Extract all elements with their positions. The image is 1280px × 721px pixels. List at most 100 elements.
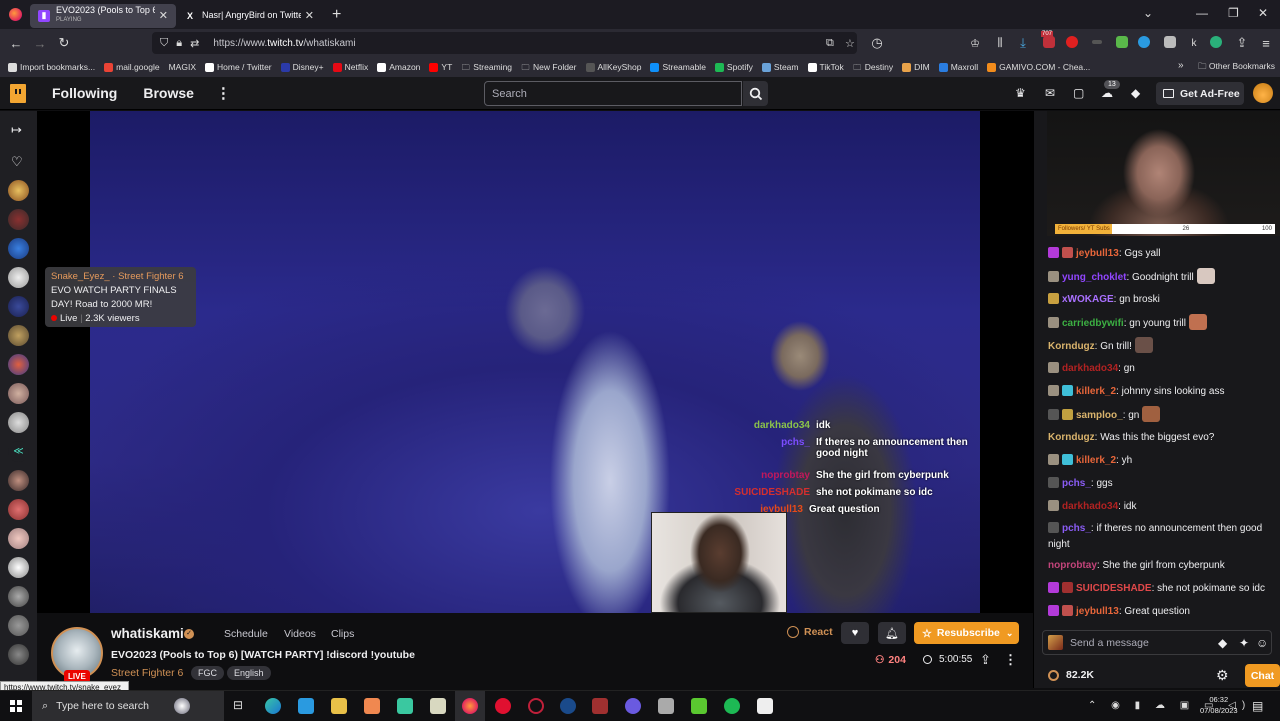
extension-icon[interactable]	[1210, 36, 1222, 48]
windows-start-icon[interactable]	[10, 700, 22, 712]
chat-username[interactable]: Korndugz	[1048, 341, 1095, 352]
bookmark-item[interactable]: Home / Twitter	[205, 62, 272, 72]
close-tab-icon[interactable]: ✕	[159, 9, 168, 22]
chat-badge-icon[interactable]	[1048, 500, 1059, 511]
search-input[interactable]: Search	[484, 81, 742, 106]
reload-button[interactable]: ↻	[52, 35, 76, 51]
opera-gx-icon[interactable]	[528, 698, 544, 714]
downloads-icon[interactable]: ⤓	[1011, 35, 1035, 51]
bookmark-item[interactable]: DIM	[902, 62, 930, 72]
bookmark-item[interactable]: Import bookmarks...	[8, 62, 95, 72]
new-tab-button[interactable]: +	[332, 6, 341, 24]
channel-avatar[interactable]: ≪	[8, 441, 29, 462]
chat-badge-icon[interactable]	[1062, 247, 1073, 258]
extensions-puzzle-icon[interactable]: ⇪	[1230, 35, 1254, 51]
extension-icon[interactable]	[1116, 36, 1128, 48]
task-view-icon[interactable]: ⊟	[233, 698, 243, 712]
list-tabs-chevron-icon[interactable]: ⌄	[1143, 6, 1153, 20]
extension-icon[interactable]	[1164, 36, 1176, 48]
more-options-icon[interactable]: ⋮	[216, 84, 231, 102]
tab-clips[interactable]: Clips	[331, 628, 354, 640]
permissions-icon[interactable]: ⇄	[190, 37, 199, 50]
chat-username[interactable]: xWOKAGE	[1062, 294, 1114, 305]
whispers-icon[interactable]: ▢	[1073, 86, 1084, 100]
expand-sidebar-icon[interactable]: ↦	[11, 122, 22, 138]
tab-videos[interactable]: Videos	[284, 628, 316, 640]
tab-twitter[interactable]: X Nasr| AngryBird on Twitter: "Wh ✕	[176, 4, 322, 28]
spotify-icon[interactable]	[724, 698, 740, 714]
minimize-button[interactable]: —	[1196, 6, 1208, 20]
channel-avatar[interactable]	[8, 470, 29, 491]
chat-badge-icon[interactable]	[1062, 605, 1073, 616]
share-icon[interactable]: ⇪	[980, 652, 991, 668]
app-icon[interactable]	[691, 698, 707, 714]
bookmark-item[interactable]: MAGIX	[169, 62, 196, 72]
channel-avatar[interactable]	[8, 586, 29, 607]
resubscribe-button[interactable]: ☆ Resubscribe ⌄	[914, 622, 1019, 644]
bookmark-item[interactable]: Amazon	[377, 62, 420, 72]
chat-username[interactable]: noprobtay	[1048, 560, 1097, 571]
forward-button[interactable]: →	[28, 36, 52, 51]
game-link[interactable]: Street Fighter 6	[111, 667, 183, 679]
channel-avatar[interactable]	[8, 412, 29, 433]
taskbar-clock[interactable]: 06:32 07/08/2023	[1200, 694, 1238, 716]
account-icon[interactable]: ♔	[963, 37, 987, 50]
search-button[interactable]	[743, 81, 768, 106]
follow-heart-button[interactable]: ♥	[841, 622, 869, 644]
prime-crown-icon[interactable]: ♛	[1015, 86, 1026, 100]
obs-record-icon[interactable]	[757, 698, 773, 714]
inbox-icon[interactable]: ✉	[1045, 86, 1055, 100]
more-bookmarks-chevron-icon[interactable]: »	[1178, 60, 1184, 71]
chat-badge-icon[interactable]	[1048, 271, 1059, 282]
bookmark-item[interactable]: YT	[429, 62, 452, 72]
chat-badge-icon[interactable]	[1048, 317, 1059, 328]
bookmark-item[interactable]: Disney+	[280, 62, 324, 72]
chat-badge-icon[interactable]	[1048, 362, 1059, 373]
library-icon[interactable]: ⫼	[988, 37, 1012, 50]
file-explorer-icon[interactable]	[331, 698, 347, 714]
restore-button[interactable]: ❐	[1228, 6, 1239, 20]
bookmark-item[interactable]: Netflix	[332, 62, 368, 72]
chat-badge-icon[interactable]	[1048, 385, 1059, 396]
chat-badge-icon[interactable]	[1048, 454, 1059, 465]
channel-avatar[interactable]	[8, 354, 29, 375]
channel-avatar[interactable]	[8, 238, 29, 259]
more-options-icon[interactable]: ⋮	[1004, 652, 1017, 668]
notepad-icon[interactable]	[430, 698, 446, 714]
history-icon[interactable]: ◷	[865, 35, 889, 51]
discord-icon[interactable]	[625, 698, 641, 714]
channel-avatar[interactable]	[8, 499, 29, 520]
channel-points[interactable]: 82.2K	[1048, 669, 1094, 681]
chat-username[interactable]: killerk_2	[1076, 455, 1116, 466]
chat-username[interactable]: Korndugz	[1048, 432, 1095, 443]
channel-avatar[interactable]	[8, 267, 29, 288]
app-icon[interactable]	[658, 698, 674, 714]
tag-fgc[interactable]: FGC	[191, 666, 224, 680]
bookmark-item[interactable]: TikTok	[807, 62, 844, 72]
chat-settings-gear-icon[interactable]: ⚙	[1216, 667, 1229, 684]
edge-icon[interactable]	[265, 698, 281, 714]
bookmark-item[interactable]: 🗀 New Folder	[521, 62, 577, 72]
channel-avatar[interactable]	[8, 383, 29, 404]
extension-icon[interactable]	[1092, 40, 1102, 44]
steam-icon[interactable]	[560, 698, 576, 714]
channel-avatar[interactable]	[8, 180, 29, 201]
back-button[interactable]: ←	[4, 36, 28, 51]
bookmark-item[interactable]: GAMIVO.COM - Chea...	[987, 62, 1090, 72]
bookmark-item[interactable]: mail.google	[104, 62, 160, 72]
firefox-icon[interactable]	[462, 698, 478, 714]
chat-badge-icon[interactable]	[1062, 454, 1073, 465]
app-icon[interactable]	[397, 698, 413, 714]
voicemeeter-icon[interactable]	[592, 698, 608, 714]
picture-in-picture-icon[interactable]: ⧉	[826, 37, 834, 50]
shield-icon[interactable]: ⛉	[160, 37, 168, 50]
lock-icon[interactable]: 🔒︎	[176, 37, 182, 50]
chat-badge-icon[interactable]	[1048, 247, 1059, 258]
tab-twitch[interactable]: ▮ EVO2023 (Pools to Top 6) [WATCPLAYING …	[30, 3, 176, 28]
chat-badge-icon[interactable]	[1062, 385, 1073, 396]
bookmark-item[interactable]: 🗀 Streaming	[461, 62, 512, 72]
extension-icon[interactable]	[1066, 36, 1078, 48]
other-bookmarks[interactable]: 🗀 Other Bookmarks	[1198, 61, 1275, 75]
chat-username[interactable]: jeybull13	[1076, 248, 1119, 259]
channel-avatar[interactable]	[8, 528, 29, 549]
